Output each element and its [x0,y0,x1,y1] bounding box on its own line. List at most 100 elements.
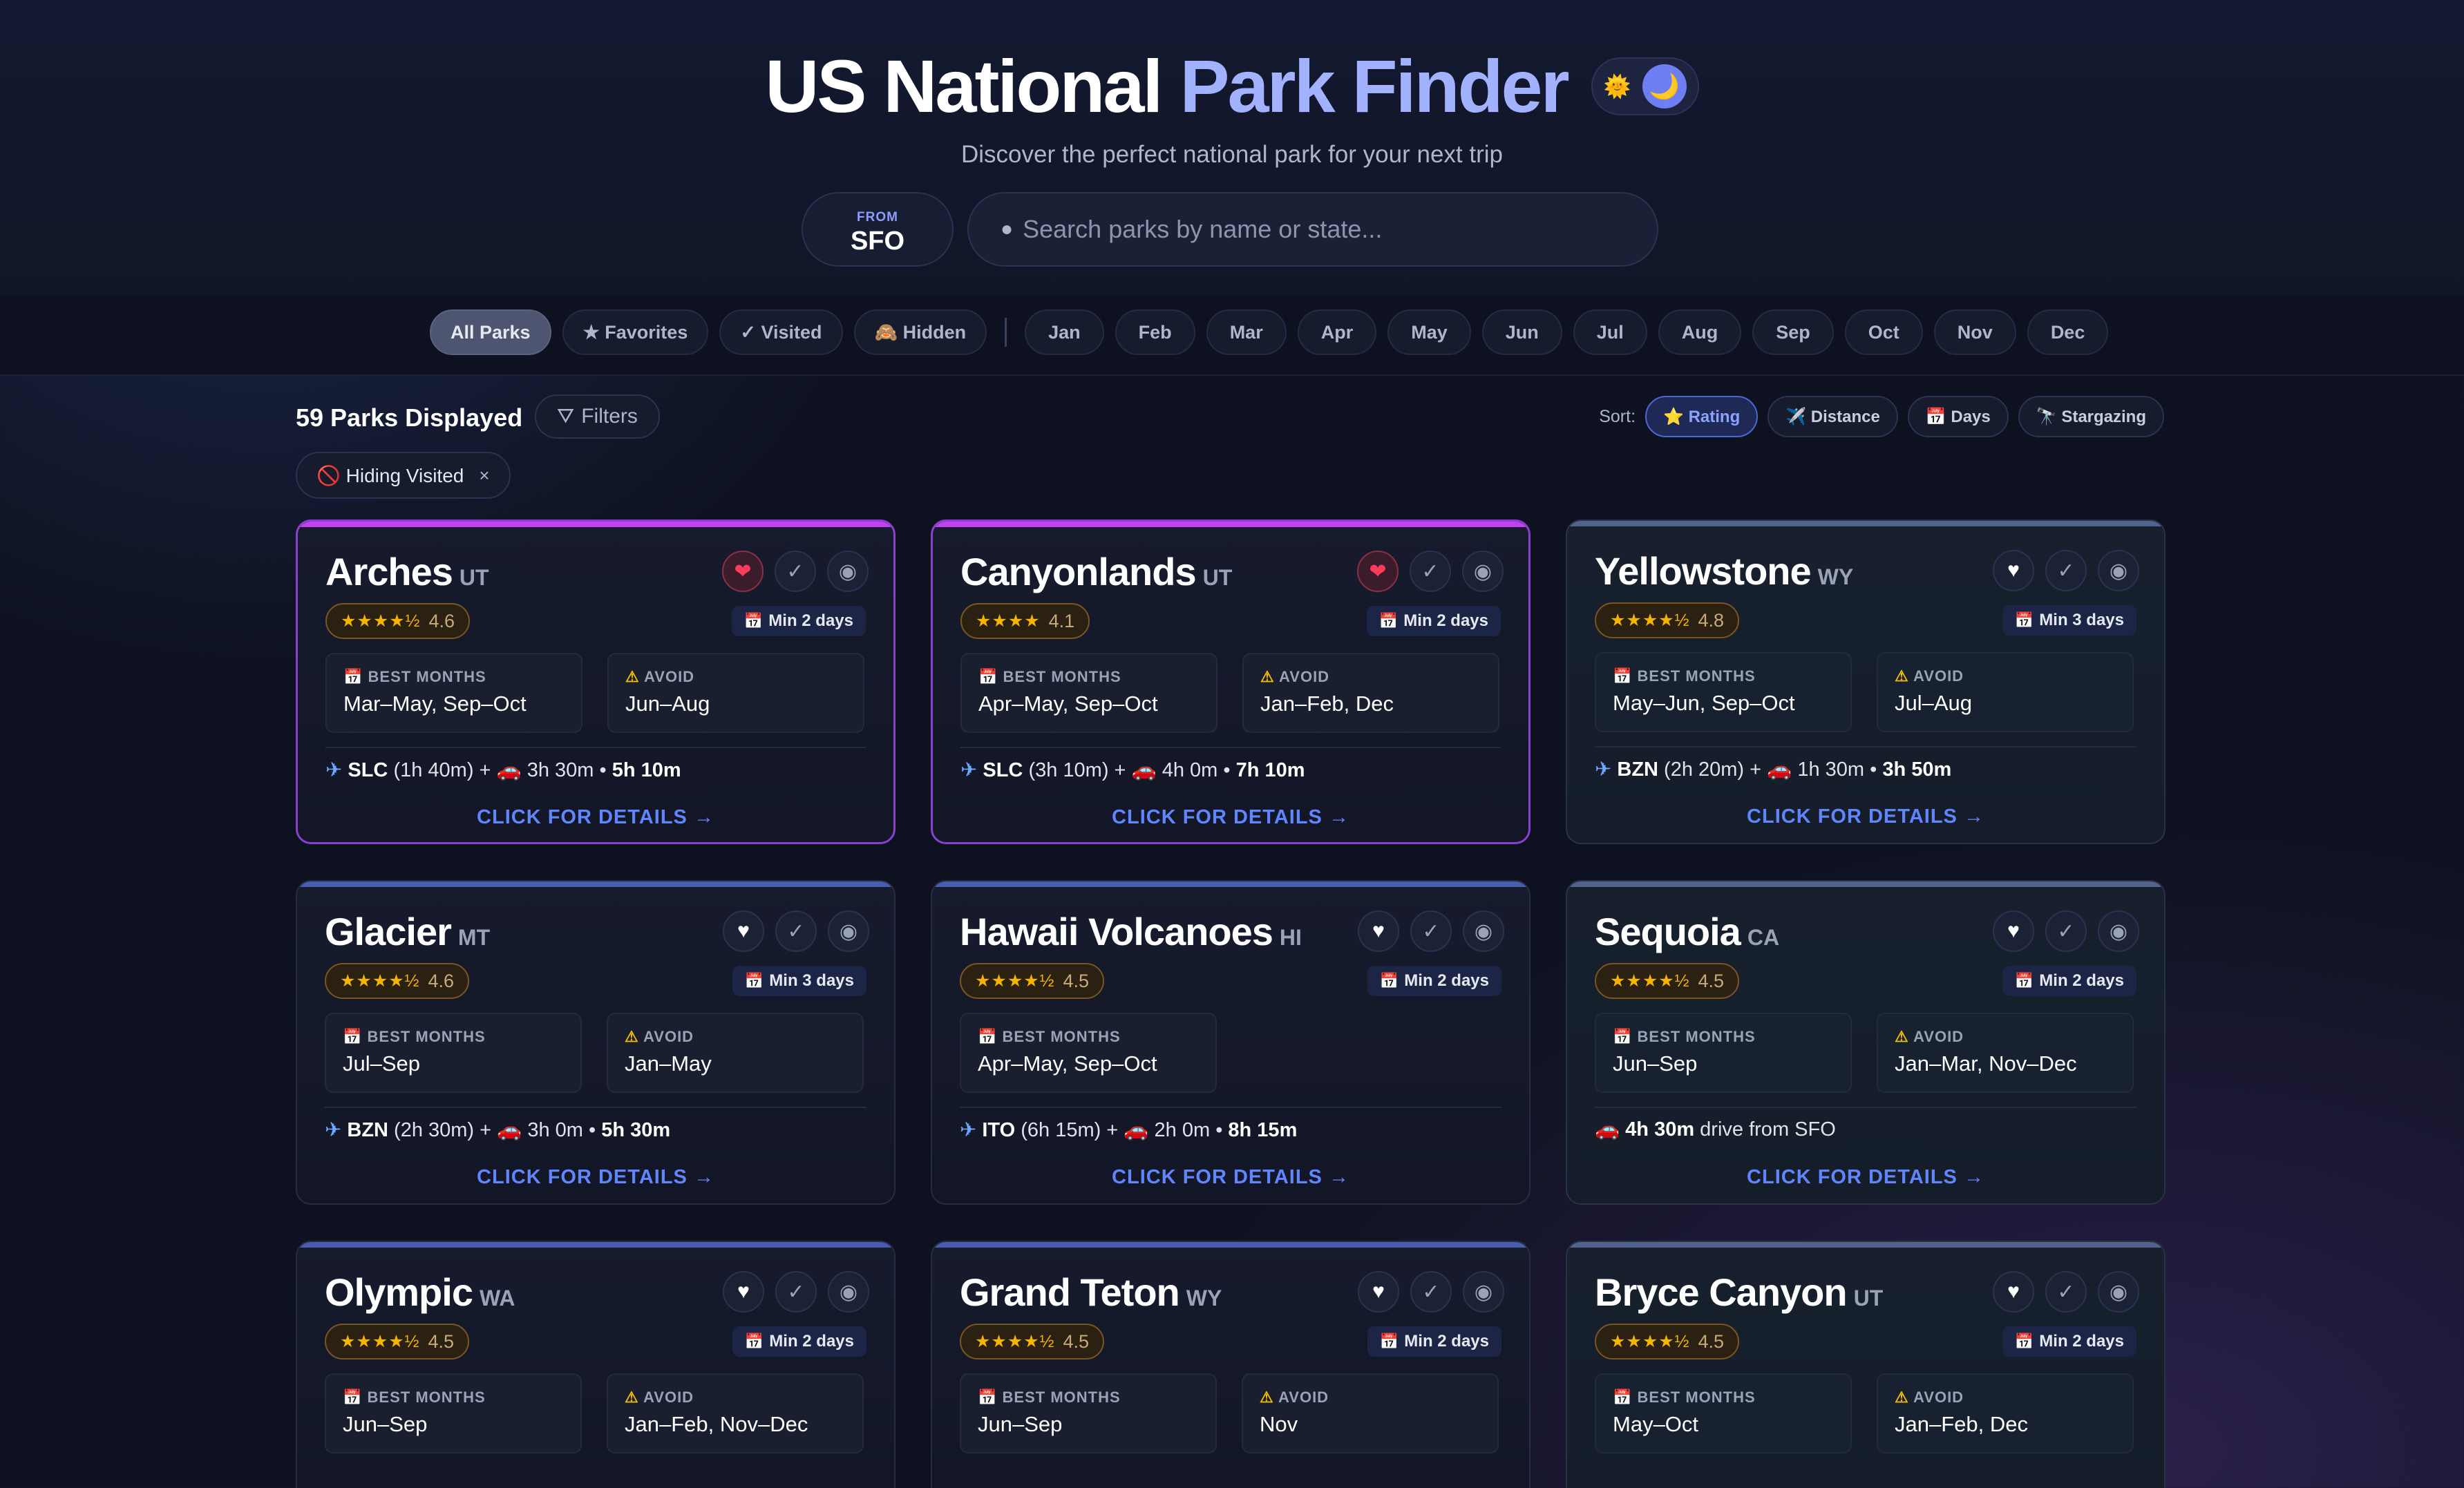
click-for-details-link[interactable]: CLICK FOR DETAILS → [298,806,893,829]
moon-icon[interactable]: 🌙 [1642,64,1687,108]
month-aug[interactable]: Aug [1658,309,1742,355]
car-icon: 🚗 [1124,1119,1149,1141]
origin-airport-button[interactable]: FROM SFO [802,192,954,267]
park-card[interactable]: Glacier MT ♥ ✓ ◉ ★★★★½ 4.6 📅 Min 3 days 📅 BEST MO… [296,880,895,1205]
calendar-icon: 📅 [2014,1333,2034,1350]
visited-check-icon[interactable]: ✓ [775,551,816,592]
click-for-details-link[interactable]: CLICK FOR DETAILS → [297,1166,894,1189]
month-jul[interactable]: Jul [1573,309,1647,355]
favorite-heart-icon[interactable]: ♥ [1993,910,2034,952]
park-card[interactable]: Bryce Canyon UT ♥ ✓ ◉ ★★★★½ 4.5 📅 Min 2 days 📅 BE… [1566,1241,2166,1488]
avoid-months-box: ⚠ AVOID Jul–Aug [1877,652,2134,732]
card-accent-bar [297,1242,894,1248]
month-feb[interactable]: Feb [1115,309,1195,355]
card-divider [325,1107,866,1108]
filter-chips: All Parks ★ Favorites ✓ Visited 🙈 Hidden… [430,309,2109,355]
favorite-heart-icon[interactable]: ♥ [1358,1271,1399,1313]
card-accent-bar [933,522,1528,527]
travel-route: ✈ BZN (2h 30m) + 🚗 3h 0m • 5h 30m [325,1118,670,1142]
rating-stars: ★★★★½ [340,971,420,991]
theme-toggle[interactable]: 🌞 🌙 [1591,57,1699,115]
filter-bar: All Parks ★ Favorites ✓ Visited 🙈 Hidden… [0,294,2464,376]
favorite-heart-icon[interactable]: ♥ [723,910,764,952]
hide-eye-icon[interactable]: ◉ [2098,550,2139,591]
park-name-text: Hawaii Volcanoes [960,910,1273,953]
click-for-details-link[interactable]: CLICK FOR DETAILS → [933,806,1528,829]
search-input[interactable] [1023,215,1618,244]
hide-eye-icon[interactable]: ◉ [1462,551,1504,592]
sort-rating-button[interactable]: ⭐ Rating [1645,396,1759,437]
min-days-value: Min 2 days [1403,611,1488,630]
favorite-heart-icon[interactable]: ♥ [1358,910,1399,952]
total-time: 7h 10m [1235,759,1305,781]
month-may[interactable]: May [1387,309,1471,355]
min-days-badge: 📅 Min 2 days [731,606,866,636]
visited-check-icon[interactable]: ✓ [1410,551,1451,592]
sort-distance-button[interactable]: ✈️ Distance [1768,396,1898,437]
park-name: Olympic WA [325,1270,515,1315]
month-oct[interactable]: Oct [1844,309,1923,355]
visited-check-icon[interactable]: ✓ [2045,1271,2087,1313]
airport-code: ITO [982,1119,1016,1141]
visited-check-icon[interactable]: ✓ [775,910,817,952]
month-apr[interactable]: Apr [1297,309,1377,355]
hide-eye-icon[interactable]: ◉ [1463,1271,1504,1313]
park-card[interactable]: Arches UT ❤ ✓ ◉ ★★★★½ 4.6 📅 Min 2 days 📅 BEST MON… [296,519,895,844]
hide-eye-icon[interactable]: ◉ [2098,1271,2139,1313]
filter-visited[interactable]: ✓ Visited [719,309,843,355]
min-days-value: Min 2 days [2039,1332,2124,1351]
park-card[interactable]: Olympic WA ♥ ✓ ◉ ★★★★½ 4.5 📅 Min 2 days 📅 BEST MO… [296,1241,895,1488]
hide-eye-icon[interactable]: ◉ [827,551,869,592]
sort-days-button[interactable]: 📅 Days [1907,396,2009,437]
travel-route: ✈ SLC (1h 40m) + 🚗 3h 30m • 5h 10m [325,758,681,782]
favorite-heart-icon[interactable]: ♥ [723,1271,764,1313]
filter-hidden[interactable]: 🙈 Hidden [853,309,987,355]
hide-eye-icon[interactable]: ◉ [1463,910,1504,952]
click-for-details-link[interactable]: CLICK FOR DETAILS → [932,1166,1529,1189]
month-jan[interactable]: Jan [1025,309,1104,355]
plane-icon: ✈ [960,759,978,781]
visited-check-icon[interactable]: ✓ [2045,550,2087,591]
park-name-text: Grand Teton [960,1270,1180,1314]
click-for-details-link[interactable]: CLICK FOR DETAILS → [1567,805,2164,828]
favorite-heart-icon[interactable]: ❤ [1357,551,1399,592]
remove-tag-close-icon[interactable]: × [479,465,489,486]
hiding-visited-label: 🚫 Hiding Visited [316,464,464,486]
visited-check-icon[interactable]: ✓ [1410,910,1452,952]
month-dec[interactable]: Dec [2027,309,2109,355]
best-months-label: 📅 BEST MONTHS [343,668,565,686]
sun-icon[interactable]: 🌞 [1604,73,1631,99]
park-card[interactable]: Canyonlands UT ❤ ✓ ◉ ★★★★ 4.1 📅 Min 2 days 📅 BEST… [931,519,1530,844]
best-months-value: Jun–Sep [978,1412,1063,1436]
park-card[interactable]: Yellowstone WY ♥ ✓ ◉ ★★★★½ 4.8 📅 Min 3 days 📅 BES… [1566,519,2166,844]
hide-eye-icon[interactable]: ◉ [828,910,869,952]
month-mar[interactable]: Mar [1206,309,1287,355]
search-bar[interactable]: ● [967,192,1658,267]
favorite-heart-icon[interactable]: ♥ [1993,1271,2034,1313]
park-card[interactable]: Sequoia CA ♥ ✓ ◉ ★★★★½ 4.5 📅 Min 2 days 📅 BEST MO… [1566,880,2166,1205]
hide-eye-icon[interactable]: ◉ [828,1271,869,1313]
month-jun[interactable]: Jun [1481,309,1562,355]
park-card[interactable]: Hawaii Volcanoes HI ♥ ✓ ◉ ★★★★½ 4.5 📅 Min 2 days… [931,880,1530,1205]
park-card[interactable]: Grand Teton WY ♥ ✓ ◉ ★★★★½ 4.5 📅 Min 2 days 📅 BES… [931,1241,1530,1488]
calendar-icon: 📅 [743,612,764,629]
visited-check-icon[interactable]: ✓ [1410,1271,1452,1313]
filters-button[interactable]: ⛛ Filters [535,394,660,439]
filter-favorites[interactable]: ★ Favorites [562,309,709,355]
filter-all-parks[interactable]: All Parks [430,309,551,355]
visited-check-icon[interactable]: ✓ [775,1271,817,1313]
min-days-value: Min 3 days [2039,611,2124,629]
favorite-heart-icon[interactable]: ♥ [1993,550,2034,591]
best-months-value: Jul–Sep [343,1051,421,1076]
min-days-badge: 📅 Min 2 days [1366,606,1501,636]
month-nov[interactable]: Nov [1933,309,2016,355]
favorite-heart-icon[interactable]: ❤ [722,551,764,592]
hide-eye-icon[interactable]: ◉ [2098,910,2139,952]
best-months-label-text: BEST MONTHS [368,668,486,685]
visited-check-icon[interactable]: ✓ [2045,910,2087,952]
sort-stargazing-button[interactable]: 🔭 Stargazing [2018,396,2164,437]
month-sep[interactable]: Sep [1752,309,1834,355]
best-months-value: May–Oct [1613,1412,1699,1436]
total-time: 5h 30m [601,1119,671,1141]
click-for-details-link[interactable]: CLICK FOR DETAILS → [1567,1166,2164,1189]
